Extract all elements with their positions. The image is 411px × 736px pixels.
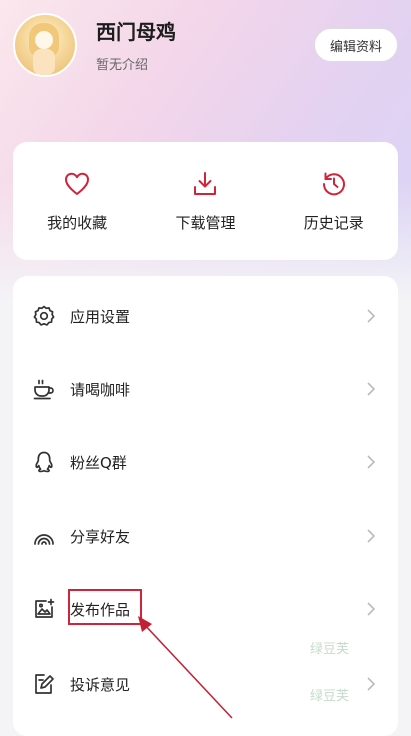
chevron-right-icon — [367, 455, 376, 469]
menu-item-label: 应用设置 — [70, 307, 131, 326]
quick-downloads[interactable]: 下载管理 — [150, 170, 260, 233]
download-icon — [194, 171, 217, 195]
chevron-right-icon — [367, 677, 376, 691]
share-icon — [34, 534, 54, 545]
publish-icon — [35, 598, 55, 618]
profile-bio: 暂无介绍 — [96, 58, 149, 73]
quick-history-label: 历史记录 — [303, 213, 364, 232]
menu-item-label: 粉丝Q群 — [70, 453, 127, 472]
quick-history[interactable]: 历史记录 — [279, 170, 389, 233]
annotation-arrow — [138, 616, 233, 719]
coffee-icon — [33, 379, 54, 400]
gear-icon — [33, 305, 55, 326]
quick-favorites-label: 我的收藏 — [47, 213, 108, 232]
menu-item-label: 分享好友 — [70, 527, 131, 546]
menu-item-label: 请喝咖啡 — [70, 380, 131, 399]
chevron-right-icon — [367, 309, 376, 323]
edit-profile-button[interactable]: 编辑资料 — [314, 28, 398, 62]
quick-downloads-label: 下载管理 — [175, 213, 236, 232]
avatar-face — [35, 31, 53, 49]
chevron-right-icon — [367, 382, 376, 396]
profile-name: 西门母鸡 — [96, 20, 176, 44]
quick-favorites[interactable]: 我的收藏 — [22, 170, 132, 233]
menu-item-fan-qq-group[interactable]: 粉丝Q群 — [13, 442, 398, 482]
avatar-body — [33, 49, 55, 75]
qq-icon — [35, 451, 53, 473]
menu-item-buy-coffee[interactable]: 请喝咖啡 — [13, 369, 398, 409]
feedback-icon — [35, 674, 54, 694]
watermark: 绿豆芙 — [310, 689, 350, 704]
chevron-right-icon — [367, 602, 376, 616]
history-icon — [322, 172, 345, 195]
menu-item-app-settings[interactable]: 应用设置 — [13, 296, 398, 336]
menu-item-share-friends[interactable]: 分享好友 — [13, 516, 398, 556]
heart-icon — [65, 172, 90, 195]
quick-actions-card: 我的收藏 下载管理 历史记录 — [13, 142, 398, 260]
profile-header: 西门母鸡 暂无介绍 编辑资料 — [0, 0, 411, 130]
watermark: 绿豆芙 — [310, 642, 350, 657]
avatar[interactable] — [13, 13, 77, 77]
chevron-right-icon — [367, 529, 376, 543]
